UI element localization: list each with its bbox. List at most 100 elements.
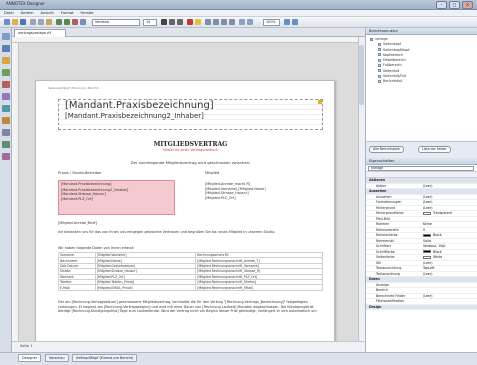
property-name: Anzeige <box>376 282 389 287</box>
property-name: Bereich <box>376 288 389 292</box>
mandant-line-2: [Mandant.Praxisbezeichnung2_Inhaber] <box>65 112 204 120</box>
border-icon[interactable] <box>239 19 245 25</box>
justify-icon[interactable] <box>229 19 235 25</box>
property-value-text: Black <box>433 233 442 237</box>
highlight-icon[interactable] <box>195 19 201 25</box>
cut-icon[interactable] <box>30 19 36 25</box>
toolbox <box>0 28 12 352</box>
property-value[interactable]: Verdana, 10pt <box>423 244 445 249</box>
open-icon[interactable] <box>12 19 18 25</box>
left-party-header: Praxis / Studio-Betreiber <box>58 171 102 175</box>
contract-title[interactable]: MITGLIEDSVERTRAG <box>58 141 323 148</box>
italic-icon[interactable] <box>169 19 175 25</box>
textbox-tool-icon[interactable] <box>2 57 10 64</box>
tab-designer[interactable]: Designer <box>18 354 42 362</box>
zoom-in-icon[interactable] <box>284 19 290 25</box>
salutation-field[interactable]: [Mitglied.Anrede_Brief] <box>58 221 323 225</box>
pointer-tool-icon[interactable] <box>2 33 10 40</box>
checkbox-tool-icon[interactable] <box>2 69 10 76</box>
menu-ansicht[interactable]: Ansicht <box>41 10 54 17</box>
font-select[interactable]: Verdana <box>92 19 140 26</box>
property-value[interactable]: 0 <box>423 228 425 233</box>
property-value[interactable]: White <box>423 255 442 260</box>
scrollbar-thumb[interactable] <box>359 45 364 105</box>
property-name: Berechnete Felder <box>376 293 406 298</box>
property-value[interactable]: Black <box>423 250 442 255</box>
property-value[interactable]: (Leer) <box>423 272 432 277</box>
document-tab[interactable]: vertragsvorlage.rtf <box>14 29 66 37</box>
table-cell[interactable]: E-Mail: <box>58 284 96 291</box>
align-left-icon[interactable] <box>205 19 211 25</box>
label-tool-icon[interactable] <box>2 45 10 52</box>
contract-subtitle[interactable]: Muster für einen Vertragsvordruck <box>58 148 323 152</box>
bold-icon[interactable] <box>161 19 167 25</box>
intro-text[interactable]: Der nachfolgende Mitgliedsvertrag wird g… <box>58 160 323 165</box>
member-address-block[interactable]: [Mitglied.Anrede_macht R] [Mitglied.Vorn… <box>205 182 323 200</box>
subreport-tool-icon[interactable] <box>2 153 10 160</box>
property-value[interactable]: (Leer) <box>423 184 432 189</box>
table-cell[interactable]: [Mitglied.EMAIL_Privat] <box>94 284 197 291</box>
property-value[interactable]: (Leer) <box>423 261 432 266</box>
property-value[interactable]: Keine <box>423 222 432 227</box>
minimize-button[interactable]: – <box>436 1 447 9</box>
property-value[interactable]: Solid <box>423 239 431 244</box>
menu-fenster[interactable]: Fenster <box>80 10 93 17</box>
size-select[interactable]: 10 <box>143 19 157 26</box>
redo-icon[interactable] <box>64 19 70 25</box>
status-bar: Seite 1 <box>12 341 365 352</box>
grid-icon[interactable] <box>80 19 86 25</box>
menu-datei[interactable]: Datei <box>4 10 14 17</box>
close-button[interactable]: × <box>462 1 473 9</box>
menu-format[interactable]: Format <box>61 10 74 17</box>
welcome-paragraph[interactable]: wir bedanken uns für das von Ihnen uns e… <box>58 230 323 235</box>
underline-icon[interactable] <box>177 19 183 25</box>
structure-tree-item[interactable]: Berichtsfuß <box>370 79 477 84</box>
copy-icon[interactable] <box>38 19 44 25</box>
property-value[interactable]: (Leer) <box>423 195 432 200</box>
zoom-select[interactable]: 100% <box>263 19 280 26</box>
member-data-table[interactable]: Vorname: [Mitglied.Vorname] Rechnungsansch… <box>58 251 323 291</box>
tab-band[interactable]: Seitkopf/Kopf (Einmal pro Bericht) <box>72 354 138 362</box>
member-field: [Mitglied.PLZ_Ort] <box>205 195 236 200</box>
barcode-tool-icon[interactable] <box>2 141 10 148</box>
delete-icon[interactable] <box>72 19 78 25</box>
property-name: Textanordnung <box>376 271 400 276</box>
contract-terms-paragraph[interactable]: Der am [Rechnung.Vertragsdatum] geschlos… <box>58 300 323 314</box>
image-tool-icon[interactable] <box>2 81 10 88</box>
table-tool-icon[interactable] <box>2 117 10 124</box>
line-tool-icon[interactable] <box>2 93 10 100</box>
undo-icon[interactable] <box>56 19 62 25</box>
structure-tree-label: Berichtsfuß <box>383 79 403 84</box>
structure-tree: vorlage Seitenkopf Seitenkopf/Kopf Kopfbere… <box>366 35 477 85</box>
property-value[interactable]: (Leer) <box>423 200 432 205</box>
table-icon[interactable] <box>247 19 253 25</box>
property-value[interactable]: (Leer) <box>423 294 432 299</box>
save-icon[interactable] <box>20 19 26 25</box>
property-value[interactable]: (Leer) <box>423 206 432 211</box>
object-selector[interactable]: vorlage <box>366 165 477 172</box>
chart-tool-icon[interactable] <box>2 129 10 136</box>
property-value[interactable]: Transparent <box>423 211 452 216</box>
align-center-icon[interactable] <box>213 19 219 25</box>
property-name: Schriftfarbe <box>376 249 395 254</box>
property-group[interactable]: Design <box>366 304 477 310</box>
all-sections-button[interactable]: Alle Berichtsteile <box>369 146 404 153</box>
new-icon[interactable] <box>4 19 10 25</box>
maximize-button[interactable]: □ <box>449 1 460 9</box>
property-value[interactable]: Black <box>423 233 442 238</box>
paste-icon[interactable] <box>46 19 52 25</box>
mandant-header-field[interactable]: [Mandant.Praxisbezeichnung] [Mandant.Pra… <box>58 99 323 130</box>
tab-vorschau[interactable]: Vorschau <box>45 354 69 362</box>
align-right-icon[interactable] <box>221 19 227 25</box>
mandant-field: [Mandant.Praxisbezeichnung] <box>61 182 112 186</box>
mandant-address-block[interactable]: [Mandant.Praxisbezeichnung] [Mandant.Pra… <box>58 180 175 215</box>
font-color-icon[interactable] <box>187 19 193 25</box>
menu-aendern[interactable]: Ändern <box>21 10 34 17</box>
shape-tool-icon[interactable] <box>2 105 10 112</box>
field-list-button[interactable]: Liste der Felder <box>418 146 451 153</box>
mandant-field: [Mandant.PLZ_Ort] <box>61 196 93 201</box>
zoom-out-icon[interactable] <box>292 19 298 25</box>
property-value[interactable]: TopLeft <box>423 266 434 271</box>
data-intro-paragraph[interactable]: Wir haben folgende Daten von Ihnen erfas… <box>58 246 323 250</box>
table-cell[interactable]: [Mitglied.Rechnungsanschrift_EMail] <box>195 284 323 291</box>
